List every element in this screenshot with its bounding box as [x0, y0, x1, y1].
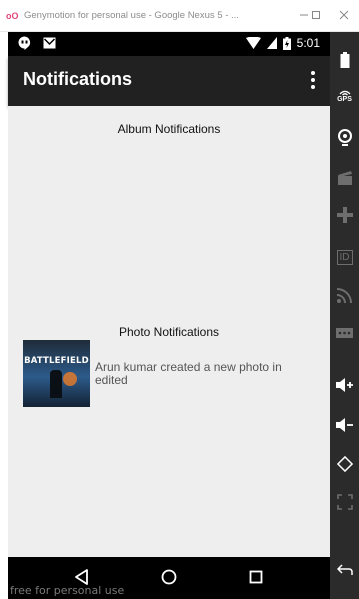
rotate-icon: [336, 455, 353, 472]
clapperboard-icon: [337, 170, 352, 185]
gps-widget-button[interactable]: GPS: [335, 86, 354, 105]
overflow-menu-button[interactable]: [308, 71, 318, 93]
close-button[interactable]: [336, 8, 352, 24]
pixel-perfect-button[interactable]: [335, 492, 354, 511]
photo-notification-item[interactable]: BATTLEFIELD Arun kumar created a new pho…: [23, 340, 323, 407]
page-title: Notifications: [23, 69, 133, 89]
android-screen: 5:01 Notifications Album Notifications P…: [8, 32, 330, 599]
overflow-dot: [311, 71, 315, 75]
overflow-dot: [311, 78, 315, 82]
cell-signal-icon: [266, 37, 277, 49]
dpad-widget-button[interactable]: [335, 205, 354, 224]
wifi-icon: [245, 37, 261, 49]
close-icon: [339, 10, 349, 20]
screencast-widget-button[interactable]: [335, 168, 354, 187]
notifications-content: Album Notifications Photo Notifications …: [8, 106, 330, 557]
genymotion-logo-icon: oO: [6, 10, 19, 21]
android-back-button[interactable]: [335, 560, 354, 579]
volume-down-icon: [335, 417, 353, 432]
volume-up-icon: [335, 377, 353, 392]
recents-square-icon: [249, 570, 263, 584]
app-toolbar: Notifications: [8, 56, 330, 106]
rss-icon: [337, 288, 352, 303]
thumbnail-logo-text: BATTLEFIELD: [24, 356, 89, 366]
maximize-button[interactable]: [308, 8, 324, 24]
notification-text: Arun kumar created a new photo in edited: [95, 359, 282, 387]
id-label: ID: [336, 250, 353, 265]
window-title: Genymotion for personal use - Google Nex…: [24, 10, 239, 21]
rotate-button[interactable]: [335, 454, 354, 473]
battery-widget-button[interactable]: [335, 50, 354, 69]
sms-widget-button[interactable]: [335, 325, 354, 344]
volume-down-button[interactable]: [335, 415, 354, 434]
recents-button[interactable]: [244, 565, 268, 589]
status-bar: 5:01: [8, 32, 330, 56]
chat-bubble-icon: [336, 328, 353, 338]
hangouts-icon: [18, 36, 31, 50]
gmail-icon: [43, 37, 56, 49]
album-notifications-heading: Album Notifications: [117, 122, 221, 136]
personal-use-watermark: free for personal use: [10, 584, 125, 597]
window-titlebar: oO Genymotion for personal use - Google …: [0, 0, 359, 32]
genymotion-sidebar: GPS ID: [330, 32, 359, 599]
thumbnail-explosion: [63, 372, 77, 386]
network-widget-button[interactable]: [335, 286, 354, 305]
battery-charging-icon: [282, 36, 291, 50]
status-time: 5:01: [296, 36, 320, 50]
battery-icon: [340, 51, 349, 68]
gps-signal-icon: [339, 90, 350, 95]
photo-thumbnail[interactable]: BATTLEFIELD: [23, 340, 90, 407]
dpad-icon: [336, 206, 353, 223]
home-button[interactable]: [157, 565, 181, 589]
return-arrow-icon: [336, 563, 353, 575]
device-id-widget-button[interactable]: ID: [335, 248, 354, 267]
scale-icon: [336, 493, 353, 510]
home-circle-icon: [161, 569, 177, 585]
gps-label: GPS: [337, 95, 352, 103]
maximize-icon: [312, 11, 320, 19]
volume-up-button[interactable]: [335, 375, 354, 394]
thumbnail-soldier: [50, 370, 62, 398]
overflow-dot: [311, 85, 315, 89]
photo-notifications-heading: Photo Notifications: [118, 325, 220, 339]
camera-widget-button[interactable]: [335, 128, 354, 147]
genymotion-window: oO Genymotion for personal use - Google …: [0, 0, 359, 599]
webcam-icon: [337, 128, 352, 146]
